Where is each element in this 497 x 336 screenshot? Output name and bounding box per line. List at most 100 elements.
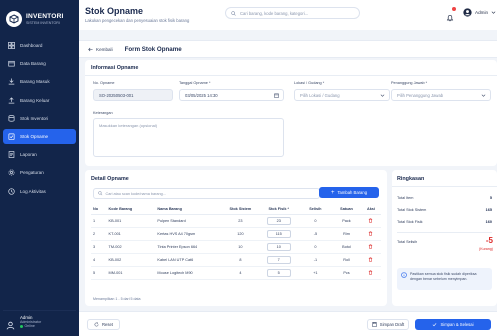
table-header-row: No Kode Barang Nama Barang Stok Sistem S… (91, 204, 381, 215)
cell-nama: Kertas HVS A4 70gsm (155, 227, 223, 241)
trash-icon[interactable] (368, 230, 373, 236)
cell-aksi (360, 214, 381, 228)
pj-label: Penanggung Jawab * (391, 81, 428, 85)
sidebar-item-label: Dashboard (20, 43, 43, 48)
table-row: 4 KB-002 Kabel LAN UTP Cat6 8 7 -1 Roll (91, 253, 381, 267)
cell-selisih: -1 (298, 253, 333, 267)
cell-kode: KB-001 (106, 214, 156, 228)
cell-no: 5 (91, 266, 107, 280)
cell-kode: KB-002 (106, 253, 156, 267)
tanggal-label: Tanggal Opname * (179, 81, 211, 85)
notification-badge (452, 7, 456, 11)
notification-bell-icon[interactable] (446, 7, 456, 22)
back-button[interactable]: Kembali (88, 47, 113, 52)
pj-select[interactable]: Pilih Penanggung Jawab (391, 89, 491, 101)
download-icon (7, 78, 15, 86)
sidebar-item-stok-inventori[interactable]: Stok Inventori (3, 111, 76, 126)
detail-section-title: Detail Opname (91, 176, 129, 182)
add-item-button[interactable]: + Tambah Barang (319, 187, 379, 198)
clipboard-icon (7, 132, 15, 140)
info-divider (85, 75, 497, 76)
summary-card: Ringkasan Total Item 5 Total Stok Sistem 1… (392, 170, 497, 306)
stok-fisik-input[interactable]: 10 (266, 242, 291, 251)
page-title: Stok Opname (85, 6, 144, 16)
stok-fisik-input[interactable]: 23 (266, 216, 291, 225)
summary-total-selisih: -5 (485, 236, 493, 245)
sidebar-item-laporan[interactable]: Laporan (3, 147, 76, 162)
sidebar-item-barang-masuk[interactable]: Barang Masuk (3, 74, 76, 89)
floppy-disk-icon (372, 322, 377, 327)
trash-icon[interactable] (368, 243, 373, 249)
cell-sistem: 120 (222, 227, 259, 241)
summary-total-fisik: Total Stok Fisik 160 (397, 220, 492, 224)
dashboard-icon (7, 42, 15, 50)
cell-fisik: 5 (258, 266, 299, 280)
sidebar-nav: Dashboard Data Barang Barang Masuk Baran… (0, 38, 79, 199)
cell-sistem: 23 (222, 214, 259, 228)
cell-nama: Tinta Printer Epson 664 (155, 240, 223, 254)
summary-total-item: Total Item 5 (397, 196, 492, 200)
sidebar-item-barang-keluar[interactable]: Barang Keluar (3, 93, 76, 108)
sidebar-item-label: Laporan (20, 152, 37, 158)
lokasi-select[interactable]: Pilih Lokasi / Gudang (294, 89, 390, 101)
search-icon (231, 10, 236, 16)
keterangan-label: Keterangan (93, 111, 113, 115)
trash-icon[interactable] (368, 269, 373, 275)
box-icon (7, 60, 15, 68)
sidebar-user[interactable]: Admin Administrator Online (3, 310, 76, 332)
sidebar-item-stok-opname[interactable]: Stok Opname (3, 128, 76, 144)
no-opname-label: No. Opname (93, 81, 115, 85)
cell-sistem: 4 (222, 266, 259, 280)
info-card: Informasi Opname No. Opname SO-20250503-… (85, 60, 497, 166)
cell-aksi (360, 266, 381, 280)
cell-sistem: 8 (222, 253, 259, 267)
summary-title: Ringkasan (397, 176, 425, 182)
save-finish-button[interactable]: Simpan & Selesai (415, 319, 491, 330)
cell-no: 1 (91, 214, 107, 228)
sidebar-item-data-barang[interactable]: Data Barang (3, 56, 76, 71)
trash-icon[interactable] (368, 217, 373, 223)
header-user-name: Admin (475, 10, 489, 15)
sidebar-item-log-aktivitas[interactable]: Log Aktivitas (3, 184, 76, 199)
save-draft-button[interactable]: Simpan Draft (367, 319, 409, 330)
chevron-down-icon (481, 93, 486, 98)
cell-selisih: 0 (298, 240, 333, 254)
cell-kode: TM-002 (106, 240, 156, 254)
header-user-menu[interactable]: Admin (463, 8, 496, 17)
cell-selisih: +1 (298, 266, 333, 280)
info-section-title: Informasi Opname (91, 65, 139, 71)
summary-total-sistem: Total Stok Sistem 165 (397, 208, 492, 212)
keterangan-textarea[interactable]: Masukkan keterangan (opsional) (93, 118, 284, 157)
reset-button[interactable]: Reset (87, 319, 120, 330)
cell-selisih: 0 (298, 214, 333, 228)
cell-no: 3 (91, 240, 107, 254)
summary-info-note: Pastikan semua stok fisik sudah diperiks… (397, 268, 492, 290)
cell-aksi (360, 240, 381, 254)
col-fisik: Stok Fisik * (258, 204, 299, 215)
trash-icon[interactable] (368, 256, 373, 262)
arrow-left-icon (88, 47, 93, 51)
cell-fisik: 23 (258, 214, 299, 228)
stok-fisik-input[interactable]: 7 (266, 255, 291, 264)
cell-kode: KT-001 (106, 227, 156, 241)
info-icon (401, 272, 407, 278)
sidebar: INVENTORI SISTEM INVENTORI Dashboard Dat… (0, 0, 79, 336)
stok-fisik-input[interactable]: 5 (266, 268, 291, 277)
tanggal-field[interactable]: 03/05/2025 14:30 (179, 89, 284, 101)
item-search-input[interactable]: Cari atau scan kode/nama barang... (93, 188, 320, 199)
database-icon (7, 114, 15, 122)
table-row: 3 TM-002 Tinta Printer Epson 664 10 10 0… (91, 240, 381, 254)
col-kode: Kode Barang (106, 204, 156, 215)
sidebar-item-dashboard[interactable]: Dashboard (3, 38, 76, 53)
summary-selisih-note: (Kurang) (479, 247, 493, 251)
global-search-input[interactable]: Cari barang, kode barang, kategori... (225, 7, 360, 19)
calendar-icon[interactable] (274, 93, 279, 98)
sidebar-item-pengaturan[interactable]: Pengaturan (3, 165, 76, 180)
sidebar-item-label: Stok Opname (20, 133, 49, 139)
cell-no: 2 (91, 227, 107, 241)
user-avatar-icon (463, 8, 472, 17)
cell-aksi (360, 253, 381, 267)
stok-fisik-input[interactable]: 115 (266, 229, 291, 238)
page-subtitle: Lakukan pengecekan dan penyesuaian stok … (85, 18, 190, 23)
brand-tagline: SISTEM INVENTORI (26, 20, 60, 25)
